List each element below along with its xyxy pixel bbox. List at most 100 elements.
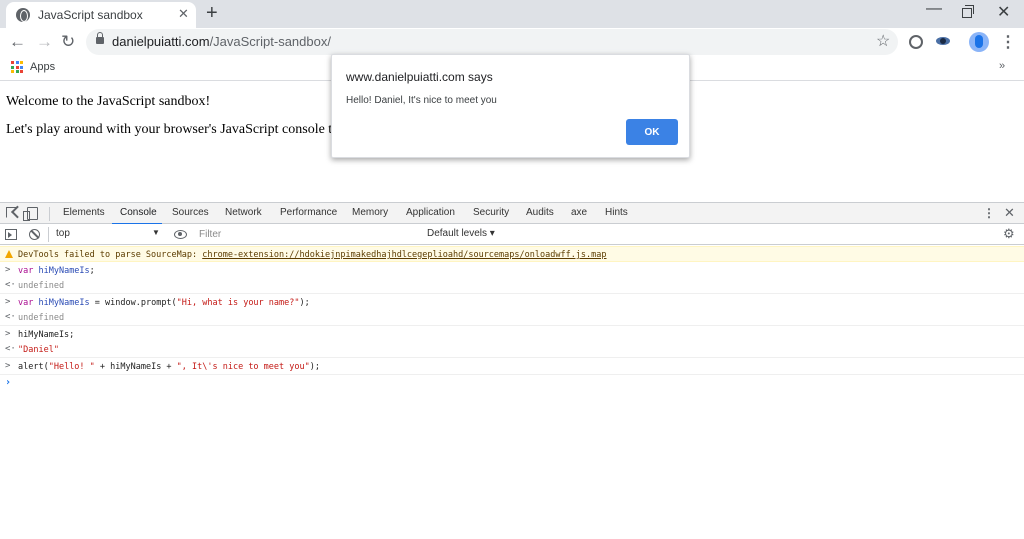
variable: hiMyNameIs: [38, 298, 90, 308]
console-output[interactable]: DevTools failed to parse SourceMap: chro…: [0, 246, 1024, 539]
output-prompt-icon: <·: [5, 312, 16, 322]
page-heading: Welcome to the JavaScript sandbox!: [6, 94, 211, 109]
console-input-text: var hiMyNameIs = window.prompt("Hi, what…: [18, 298, 310, 308]
divider: [49, 207, 50, 221]
extension-sync-icon[interactable]: [909, 35, 923, 49]
reload-icon[interactable]: ↻: [61, 32, 75, 52]
browser-tab[interactable]: JavaScript sandbox ✕: [6, 2, 196, 28]
console-input-text: hiMyNameIs;: [18, 330, 75, 340]
profile-avatar[interactable]: [969, 32, 989, 52]
bookmark-star-icon[interactable]: ☆: [876, 31, 890, 51]
console-warning-row: DevTools failed to parse SourceMap: chro…: [0, 246, 1024, 262]
variable: hiMyNameIs: [38, 266, 90, 276]
inspect-element-icon[interactable]: [6, 207, 17, 218]
tab-elements[interactable]: Elements: [63, 207, 105, 218]
chevron-down-icon: ▼: [152, 228, 160, 237]
live-expression-eye-icon[interactable]: [174, 230, 187, 239]
dialog-message: Hello! Daniel, It's nice to meet you: [346, 95, 497, 106]
tab-title: JavaScript sandbox: [38, 8, 143, 22]
back-icon[interactable]: ←: [9, 32, 26, 52]
minimize-icon[interactable]: —: [926, 0, 942, 18]
log-levels-dropdown[interactable]: Default levels ▾: [427, 228, 495, 239]
console-input-row: > hiMyNameIs;: [0, 327, 1024, 343]
console-settings-gear-icon[interactable]: ⚙: [1003, 226, 1015, 242]
console-filterbar: top ▼ Default levels ▾ ⚙: [0, 224, 1024, 245]
tab-application[interactable]: Application: [406, 207, 455, 218]
url-host: danielpuiatti.com: [112, 34, 210, 49]
code: alert(: [18, 362, 49, 372]
output-prompt-icon: <·: [5, 280, 16, 290]
context-select[interactable]: top ▼: [53, 227, 163, 242]
console-sidebar-icon[interactable]: [5, 229, 17, 240]
console-input-row: > alert("Hello! " + hiMyNameIs + ", It\'…: [0, 359, 1024, 375]
punct: );: [299, 298, 310, 308]
more-bookmarks-icon[interactable]: »: [999, 60, 1005, 72]
devtools-menu-icon[interactable]: ⋮: [983, 206, 995, 220]
tab-sources[interactable]: Sources: [172, 207, 209, 218]
warning-text: DevTools failed to parse SourceMap: chro…: [18, 250, 607, 260]
devtools-close-icon[interactable]: ✕: [1004, 205, 1015, 221]
console-input-text: alert("Hello! " + hiMyNameIs + ", It\'s …: [18, 362, 320, 372]
address-bar[interactable]: danielpuiatti.com/JavaScript-sandbox/ ☆: [86, 29, 898, 55]
device-toolbar-icon[interactable]: [23, 207, 38, 221]
window-close-icon[interactable]: ✕: [997, 2, 1010, 22]
console-result-text: "Daniel": [18, 345, 59, 355]
string: "Hello! ": [48, 362, 95, 372]
warning-icon: [5, 250, 13, 258]
tab-security[interactable]: Security: [473, 207, 509, 218]
output-prompt-icon: <·: [5, 344, 16, 354]
tab-audits[interactable]: Audits: [526, 207, 554, 218]
console-result-row: <· undefined: [0, 278, 1024, 294]
keyword: var: [18, 266, 34, 276]
filter-input[interactable]: [199, 227, 419, 242]
string: "Hi, what is your name?": [176, 298, 300, 308]
tab-close-icon[interactable]: ✕: [178, 6, 189, 22]
forward-icon[interactable]: →: [36, 32, 53, 52]
divider: [48, 227, 49, 242]
tab-memory[interactable]: Memory: [352, 207, 388, 218]
keyword: var: [18, 298, 34, 308]
new-tab-button[interactable]: +: [206, 2, 218, 25]
tab-strip: JavaScript sandbox ✕ + — ✕: [0, 0, 1024, 28]
input-prompt-icon: >: [5, 265, 11, 275]
console-caret-icon: ›: [5, 377, 12, 388]
globe-icon: [16, 8, 30, 22]
tab-performance[interactable]: Performance: [280, 207, 337, 218]
console-input-row: > var hiMyNameIs = window.prompt("Hi, wh…: [0, 295, 1024, 311]
tab-network[interactable]: Network: [225, 207, 262, 218]
console-result-row: <· "Daniel": [0, 342, 1024, 358]
alert-dialog: www.danielpuiatti.com says Hello! Daniel…: [331, 54, 690, 158]
url-path: /JavaScript-sandbox/: [209, 34, 331, 49]
input-prompt-icon: >: [5, 329, 11, 339]
context-value: top: [56, 228, 70, 239]
console-input-text: var hiMyNameIs;: [18, 266, 95, 276]
tab-axe[interactable]: axe: [571, 207, 587, 218]
tab-hints[interactable]: Hints: [605, 207, 628, 218]
restore-icon[interactable]: [962, 5, 974, 18]
dialog-title: www.danielpuiatti.com says: [346, 70, 493, 84]
warning-prefix: DevTools failed to parse SourceMap:: [18, 250, 203, 260]
sourcemap-link[interactable]: chrome-extension://hdokiejnpimakedhajhdl…: [202, 250, 606, 260]
console-result-row: <· undefined: [0, 310, 1024, 326]
lock-icon[interactable]: [96, 32, 104, 44]
console-result-text: undefined: [18, 281, 65, 291]
console-prompt-row[interactable]: ›: [0, 375, 1024, 391]
browser-toolbar: ← → ↻ danielpuiatti.com/JavaScript-sandb…: [0, 28, 1024, 57]
page-paragraph: Let's play around with your browser's Ja…: [6, 122, 363, 137]
apps-grid-icon[interactable]: [11, 61, 23, 73]
input-prompt-icon: >: [5, 361, 11, 371]
console-input-row: > var hiMyNameIs;: [0, 263, 1024, 279]
extension-eye-icon[interactable]: [936, 37, 950, 45]
tab-console[interactable]: Console: [120, 207, 157, 218]
punct: ;: [89, 266, 95, 276]
input-prompt-icon: >: [5, 297, 11, 307]
browser-menu-icon[interactable]: ⋮: [1000, 32, 1016, 52]
clear-console-icon[interactable]: [29, 229, 40, 240]
punct: );: [309, 362, 320, 372]
ok-button[interactable]: OK: [626, 119, 678, 145]
url-text[interactable]: danielpuiatti.com/JavaScript-sandbox/: [112, 34, 331, 49]
apps-link[interactable]: Apps: [30, 61, 55, 73]
console-result-text: undefined: [18, 313, 65, 323]
string: ", It\'s nice to meet you": [176, 362, 310, 372]
devtools-tabbar: Elements Console Sources Network Perform…: [0, 202, 1024, 225]
